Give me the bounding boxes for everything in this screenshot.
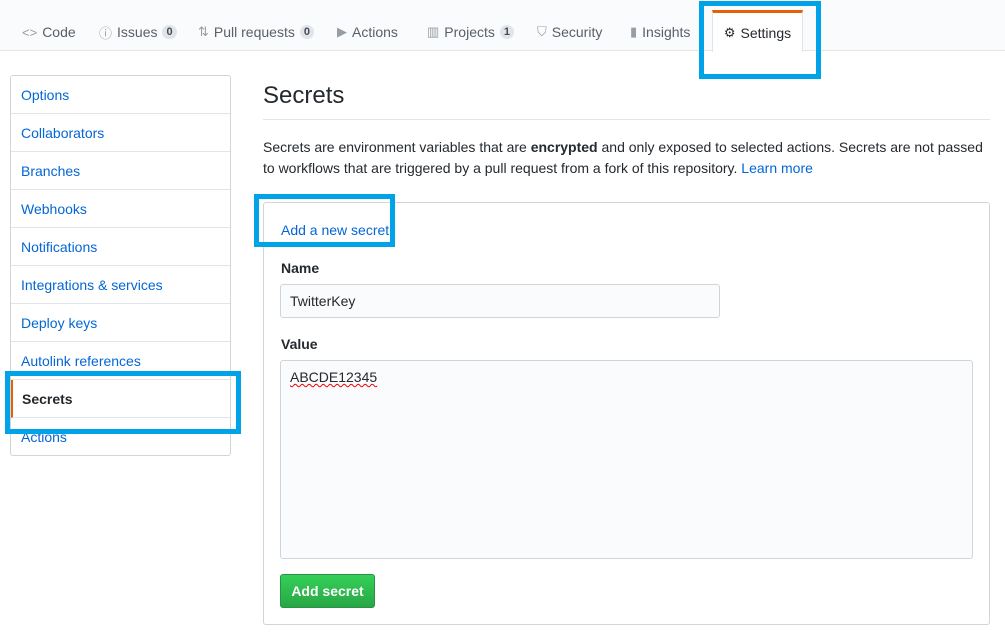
tab-code[interactable]: <> Code	[22, 22, 76, 42]
sidebar-item-integrations[interactable]: Integrations & services	[11, 266, 230, 304]
add-secret-button[interactable]: Add secret	[280, 574, 375, 608]
tab-label: Issues	[117, 24, 158, 40]
shield-icon: ⛉	[537, 24, 547, 39]
project-icon: ▥	[427, 24, 440, 39]
tab-settings[interactable]: ⚙ Settings	[712, 10, 803, 52]
desc-bold: encrypted	[530, 139, 598, 155]
value-text: ABCDE12345	[290, 369, 378, 385]
sidebar-item-actions[interactable]: Actions	[11, 418, 230, 456]
tab-label: Pull requests	[213, 24, 295, 40]
name-input[interactable]: TwitterKey	[280, 284, 720, 318]
sidebar-item-deploy-keys[interactable]: Deploy keys	[11, 304, 230, 342]
value-label: Value	[281, 336, 318, 352]
tab-label: Settings	[740, 24, 792, 41]
graph-icon: ▮	[630, 24, 638, 39]
tab-projects[interactable]: ▥ Projects 1	[427, 22, 514, 42]
tab-issues[interactable]: ⓘ Issues 0	[99, 22, 177, 42]
tab-security[interactable]: ⛉ Security	[537, 22, 602, 42]
description: Secrets are environment variables that a…	[263, 137, 993, 179]
add-new-secret-link[interactable]: Add a new secret	[281, 222, 389, 238]
repo-nav: <> Code ⓘ Issues 0 ⇅ Pull requests 0 ▶ Actions…	[0, 0, 1005, 52]
sidebar-item-branches[interactable]: Branches	[11, 152, 230, 190]
page-title: Secrets	[263, 82, 345, 109]
sidebar-item-webhooks[interactable]: Webhooks	[11, 190, 230, 228]
count-badge: 0	[299, 25, 314, 39]
tab-actions[interactable]: ▶ Actions	[337, 22, 398, 42]
tab-pull-requests[interactable]: ⇅ Pull requests 0	[198, 22, 314, 42]
add-secret-form: Add a new secret Name TwitterKey Value A…	[263, 202, 990, 625]
count-badge: 1	[499, 25, 514, 39]
value-textarea[interactable]: ABCDE12345	[280, 360, 973, 559]
play-icon: ▶	[337, 24, 347, 39]
divider	[263, 119, 990, 120]
name-label: Name	[281, 260, 320, 276]
count-badge: 0	[162, 25, 177, 39]
sidebar-item-collaborators[interactable]: Collaborators	[11, 114, 230, 152]
tab-label: Insights	[642, 24, 691, 40]
pull-request-icon: ⇅	[198, 24, 209, 39]
learn-more-link[interactable]: Learn more	[741, 160, 813, 176]
sidebar-item-autolink[interactable]: Autolink references	[11, 342, 230, 380]
tab-label: Actions	[352, 24, 398, 40]
tab-label: Code	[42, 24, 76, 40]
sidebar-item-secrets[interactable]: Secrets	[11, 380, 230, 418]
gear-icon: ⚙	[723, 24, 736, 40]
sidebar-item-options[interactable]: Options	[11, 76, 230, 114]
tab-label: Projects	[444, 24, 495, 40]
settings-sidebar: Options Collaborators Branches Webhooks …	[10, 75, 231, 456]
sidebar-item-notifications[interactable]: Notifications	[11, 228, 230, 266]
desc-text: Secrets are environment variables that a…	[263, 139, 531, 155]
tab-label: Security	[551, 24, 603, 40]
tab-insights[interactable]: ▮ Insights	[630, 22, 690, 42]
issue-icon: ⓘ	[99, 25, 113, 41]
code-icon: <>	[22, 24, 38, 40]
